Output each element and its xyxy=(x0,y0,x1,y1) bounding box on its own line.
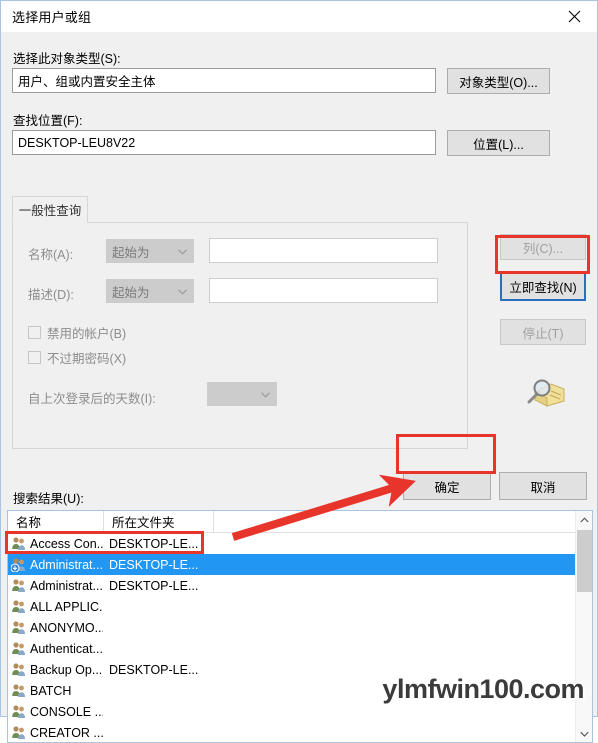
table-row[interactable]: ALL APPLIC... xyxy=(8,596,592,617)
row-name-cell: ALL APPLIC... xyxy=(8,599,103,614)
column-header-folder[interactable]: 所在文件夹 xyxy=(103,511,213,532)
nonexpiring-password-label: 不过期密码(X) xyxy=(47,352,127,366)
search-results-list[interactable]: 名称 所在文件夹 Access Con... DESKTOP-LE... Admin… xyxy=(7,510,593,743)
row-folder-cell: DESKTOP-LE... xyxy=(109,536,199,551)
object-type-input[interactable]: 用户、组或内置安全主体 xyxy=(12,68,436,93)
close-button[interactable] xyxy=(552,1,597,31)
chevron-up-icon xyxy=(580,516,589,522)
checkbox-icon xyxy=(28,351,41,364)
list-header: 名称 所在文件夹 xyxy=(8,511,592,533)
table-row[interactable]: Authenticat... xyxy=(8,638,592,659)
table-row[interactable]: CONSOLE ... xyxy=(8,701,592,722)
row-name-cell: Authenticat... xyxy=(8,641,103,656)
disabled-accounts-checkbox[interactable]: 禁用的帐户(B) xyxy=(28,323,126,342)
row-name-text: ANONYMO... xyxy=(30,620,103,635)
chevron-down-icon xyxy=(261,387,270,401)
description-condition-select[interactable]: 起始为 xyxy=(106,279,194,303)
close-icon xyxy=(568,10,581,22)
magnifier-folder-icon xyxy=(523,372,567,412)
vertical-scrollbar[interactable] xyxy=(575,511,592,742)
row-name-text: Administrat... xyxy=(30,557,103,572)
row-name-text: CONSOLE ... xyxy=(30,704,103,719)
chevron-down-icon xyxy=(580,731,589,737)
name-condition-value: 起始为 xyxy=(112,245,150,260)
name-label: 名称(A): xyxy=(28,248,74,262)
description-label: 描述(D): xyxy=(28,288,74,302)
user-group-icon xyxy=(11,620,27,635)
description-condition-value: 起始为 xyxy=(112,285,150,300)
select-users-or-groups-dialog: 选择用户或组 选择此对象类型(S): 用户、组或内置安全主体 对象类型(O)..… xyxy=(0,0,598,743)
row-name-cell: ANONYMO... xyxy=(8,620,103,635)
table-row[interactable]: Backup Op... DESKTOP-LE... xyxy=(8,659,592,680)
name-condition-select[interactable]: 起始为 xyxy=(106,239,194,263)
row-folder-cell: DESKTOP-LE... xyxy=(109,662,199,677)
row-name-cell: Access Con... xyxy=(8,536,103,551)
cancel-button[interactable]: 取消 xyxy=(499,472,587,500)
dialog-body: 选择此对象类型(S): 用户、组或内置安全主体 对象类型(O)... 查找位置(… xyxy=(1,32,597,743)
user-group-icon xyxy=(11,641,27,656)
table-row[interactable]: BATCH xyxy=(8,680,592,701)
row-name-text: Administrat... xyxy=(30,578,103,593)
user-group-icon xyxy=(11,662,27,677)
row-folder-cell: DESKTOP-LE... xyxy=(109,557,199,572)
table-row[interactable]: CREATOR ... xyxy=(8,722,592,742)
scrollbar-thumb[interactable] xyxy=(577,530,592,592)
table-row[interactable]: Administrat... DESKTOP-LE... xyxy=(8,575,592,596)
table-row[interactable]: Access Con... DESKTOP-LE... xyxy=(8,533,592,554)
columns-button[interactable]: 列(C)... xyxy=(500,234,586,260)
user-group-icon xyxy=(11,578,27,593)
column-header-extra[interactable] xyxy=(213,511,592,532)
row-name-text: CREATOR ... xyxy=(30,725,103,740)
row-folder-cell: DESKTOP-LE... xyxy=(109,578,199,593)
table-row[interactable]: Administrat... DESKTOP-LE... xyxy=(8,554,592,575)
days-since-logon-select[interactable] xyxy=(207,382,277,406)
user-group-selected-icon xyxy=(10,557,27,572)
checkbox-icon xyxy=(28,326,41,339)
locations-button[interactable]: 位置(L)... xyxy=(447,130,550,156)
row-name-cell: Backup Op... xyxy=(8,662,103,677)
user-group-icon xyxy=(11,536,27,551)
scroll-up-button[interactable] xyxy=(576,511,592,528)
name-input[interactable] xyxy=(209,238,438,263)
user-group-icon xyxy=(11,725,27,740)
column-header-name[interactable]: 名称 xyxy=(8,511,103,532)
object-types-button[interactable]: 对象类型(O)... xyxy=(447,68,550,94)
tab-strip-line xyxy=(88,222,468,223)
location-label: 查找位置(F): xyxy=(13,114,83,128)
tab-common-queries[interactable]: 一般性查询 xyxy=(12,196,88,223)
scroll-down-button[interactable] xyxy=(576,725,592,742)
list-rows: Access Con... DESKTOP-LE... Administrat...… xyxy=(8,533,592,742)
row-name-cell: Administrat... xyxy=(8,578,103,593)
days-since-logon-label: 自上次登录后的天数(I): xyxy=(28,392,156,406)
window-title: 选择用户或组 xyxy=(12,10,92,25)
chevron-down-icon xyxy=(178,284,187,298)
ok-button[interactable]: 确定 xyxy=(403,472,491,500)
row-name-text: Access Con... xyxy=(30,536,103,551)
row-name-text: Authenticat... xyxy=(30,641,103,656)
row-name-text: BATCH xyxy=(30,683,72,698)
row-name-text: ALL APPLIC... xyxy=(30,599,103,614)
stop-button[interactable]: 停止(T) xyxy=(500,319,586,345)
disabled-accounts-label: 禁用的帐户(B) xyxy=(47,327,127,341)
row-name-cell: Administrat... xyxy=(8,557,103,572)
title-bar: 选择用户或组 xyxy=(1,1,597,32)
find-now-button[interactable]: 立即查找(N) xyxy=(500,272,586,301)
user-group-icon xyxy=(11,599,27,614)
search-results-label: 搜索结果(U): xyxy=(13,492,84,506)
row-name-cell: CREATOR ... xyxy=(8,725,103,740)
nonexpiring-password-checkbox[interactable]: 不过期密码(X) xyxy=(28,348,126,367)
location-input[interactable]: DESKTOP-LEU8V22 xyxy=(12,130,436,155)
chevron-down-icon xyxy=(178,244,187,258)
row-name-cell: BATCH xyxy=(8,683,103,698)
description-input[interactable] xyxy=(209,278,438,303)
table-row[interactable]: ANONYMO... xyxy=(8,617,592,638)
row-name-text: Backup Op... xyxy=(30,662,103,677)
user-group-icon xyxy=(11,683,27,698)
object-type-label: 选择此对象类型(S): xyxy=(13,52,121,66)
